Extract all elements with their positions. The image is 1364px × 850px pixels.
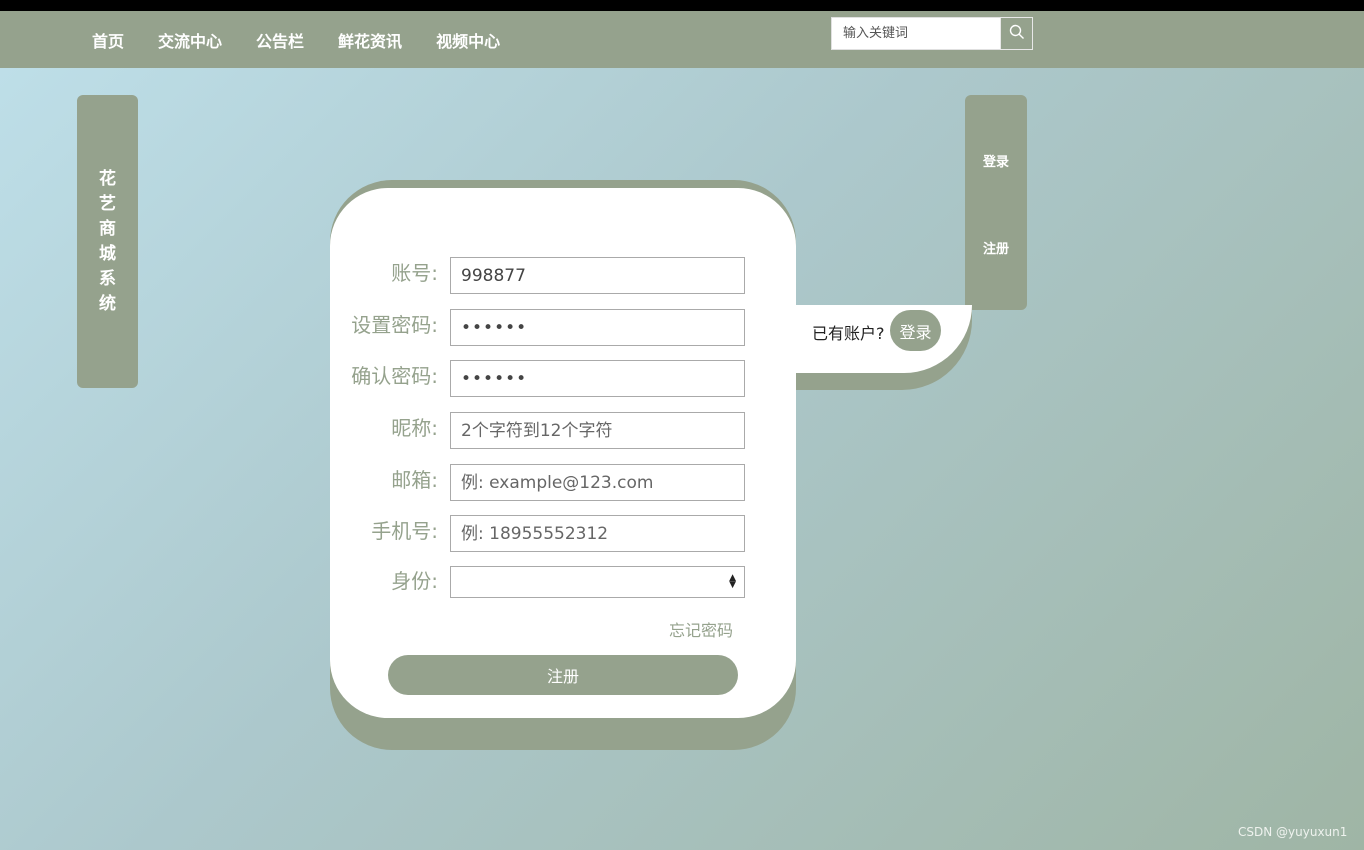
confirm-password-label: 确认密码: (351, 364, 438, 388)
nickname-input[interactable] (450, 412, 745, 449)
forgot-password-link[interactable]: 忘记密码 (669, 617, 733, 641)
account-input[interactable] (450, 257, 745, 294)
search-button[interactable] (1000, 17, 1033, 50)
role-select[interactable]: ▲ ▼ (450, 566, 745, 598)
confirm-password-input[interactable] (450, 360, 745, 397)
nav-item-video[interactable]: 视频中心 (436, 28, 500, 52)
search-box (831, 17, 1033, 50)
account-label: 账号: (391, 261, 438, 285)
nav-item-flower-news[interactable]: 鲜花资讯 (338, 28, 402, 52)
watermark: CSDN @yuyuxun1 (1238, 825, 1348, 839)
site-title-panel: 花艺商城系统 (77, 95, 138, 388)
phone-label: 手机号: (371, 519, 438, 543)
nav-menu: 首页 交流中心 公告栏 鲜花资讯 视频中心 (92, 11, 534, 68)
password-label: 设置密码: (351, 313, 438, 337)
site-title: 花艺商城系统 (99, 169, 116, 314)
side-register-link[interactable]: 注册 (965, 238, 1027, 257)
register-button[interactable]: 注册 (388, 655, 738, 695)
phone-input[interactable] (450, 515, 745, 552)
side-login-link[interactable]: 登录 (965, 151, 1027, 170)
nav-item-bulletin[interactable]: 公告栏 (256, 28, 304, 52)
register-card: 账号: 设置密码: 确认密码: 昵称: 邮箱: 手机号: 身份: ▲▼ 忘记密码… (330, 188, 796, 718)
navbar: 首页 交流中心 公告栏 鲜花资讯 视频中心 (0, 11, 1364, 68)
role-label: 身份: (391, 569, 438, 593)
have-account-text: 已有账户? (812, 324, 885, 343)
switch-to-login-button[interactable]: 登录 (890, 310, 941, 351)
nav-item-community[interactable]: 交流中心 (158, 28, 222, 52)
search-input[interactable] (831, 17, 1000, 50)
select-arrows-icon: ▲ ▼ (729, 573, 736, 590)
search-icon (1009, 24, 1025, 44)
nav-item-home[interactable]: 首页 (92, 28, 124, 52)
email-label: 邮箱: (391, 468, 438, 492)
nickname-label: 昵称: (391, 416, 438, 440)
auth-side-panel: 登录 注册 (965, 95, 1027, 310)
password-input[interactable] (450, 309, 745, 346)
top-black-strip (0, 0, 1364, 11)
email-input[interactable] (450, 464, 745, 501)
